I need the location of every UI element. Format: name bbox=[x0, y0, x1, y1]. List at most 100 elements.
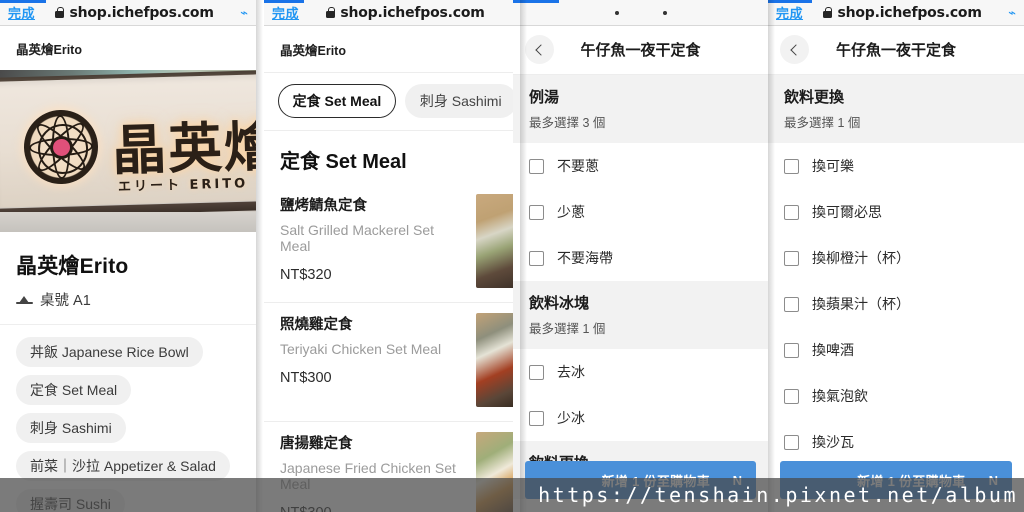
option-label: 換沙瓦 bbox=[812, 434, 854, 450]
table-number-row: 桌號 A1 bbox=[0, 280, 256, 325]
category-tab-bar[interactable]: 定食 Set Meal 刺身 Sashimi 前菜 bbox=[264, 73, 520, 131]
option-row[interactable]: 去冰 bbox=[513, 349, 768, 395]
option-row[interactable]: 不要海帶 bbox=[513, 235, 768, 281]
option-label: 換柳橙汁（杯） bbox=[812, 250, 910, 266]
checkbox-icon[interactable] bbox=[529, 158, 544, 174]
checkbox-icon[interactable] bbox=[784, 250, 799, 266]
option-group-header: 飲料冰塊 最多選擇 1 個 bbox=[513, 281, 768, 349]
option-row[interactable]: 換蘋果汁（杯） bbox=[768, 281, 1024, 327]
option-row[interactable]: 少蔥 bbox=[513, 189, 768, 235]
browser-address-display[interactable]: shop.ichefpos.com bbox=[299, 5, 512, 21]
option-group-header: 例湯 最多選擇 3 個 bbox=[513, 75, 768, 143]
table-icon bbox=[16, 294, 33, 306]
section-title: 定食 Set Meal bbox=[280, 151, 407, 173]
option-row[interactable]: 換沙瓦 bbox=[768, 419, 1024, 465]
store-title: 晶英燴Erito bbox=[16, 255, 129, 278]
checkbox-icon[interactable] bbox=[529, 364, 544, 380]
category-chip[interactable]: 定食 Set Meal bbox=[16, 375, 132, 406]
table-number-label: 桌號 A1 bbox=[40, 293, 91, 309]
phone-panel-options-soup: 午仔魚一夜干定食 例湯 最多選擇 3 個 不要蔥 少蔥 不要海帶 飲料冰塊 最多… bbox=[513, 0, 768, 512]
category-chip[interactable]: 刺身 Sashimi bbox=[16, 413, 126, 444]
tab-set-meal[interactable]: 定食 Set Meal bbox=[278, 84, 396, 118]
option-sheet-header: 午仔魚一夜干定食 bbox=[513, 26, 768, 75]
browser-done-button[interactable]: 完成 bbox=[272, 3, 299, 22]
option-group-name: 飲料更換 bbox=[784, 89, 845, 106]
tab-sashimi[interactable]: 刺身 Sashimi bbox=[404, 84, 517, 118]
phone-panel-store-home: 完成 shop.ichefpos.com ⌁ 晶英燴Erito 晶英燴 エリート… bbox=[0, 0, 256, 512]
lock-icon bbox=[55, 7, 65, 18]
browser-overflow-dots[interactable] bbox=[614, 10, 667, 15]
screenshot-stage: 完成 shop.ichefpos.com ⌁ 晶英燴Erito 晶英燴 エリート… bbox=[0, 0, 1024, 512]
option-group-rule: 最多選擇 3 個 bbox=[529, 116, 606, 130]
checkbox-icon[interactable] bbox=[529, 250, 544, 266]
option-row[interactable]: 換可爾必思 bbox=[768, 189, 1024, 235]
option-label: 換可樂 bbox=[812, 158, 854, 174]
menu-item-row[interactable]: 鹽烤鯖魚定食 Salt Grilled Mackerel Set Meal NT… bbox=[264, 184, 520, 303]
checkbox-icon[interactable] bbox=[529, 204, 544, 220]
browser-chrome-bar-1: 完成 shop.ichefpos.com ⌁ bbox=[0, 0, 256, 26]
option-row[interactable]: 換可樂 bbox=[768, 143, 1024, 189]
option-group-name: 飲料冰塊 bbox=[529, 295, 590, 312]
checkbox-icon[interactable] bbox=[784, 342, 799, 358]
option-row[interactable]: 換啤酒 bbox=[768, 327, 1024, 373]
panel-edge-shadow bbox=[256, 0, 263, 512]
browser-done-button[interactable]: 完成 bbox=[776, 3, 803, 22]
menu-item-name: 鹽烤鯖魚定食 bbox=[280, 198, 367, 214]
option-label: 換蘋果汁（杯） bbox=[812, 296, 910, 312]
browser-url-text: shop.ichefpos.com bbox=[837, 4, 982, 21]
menu-item-row[interactable]: 照燒雞定食 Teriyaki Chicken Set Meal NT$300 bbox=[264, 303, 520, 422]
page-load-progress bbox=[513, 0, 559, 3]
browser-done-button[interactable]: 完成 bbox=[8, 3, 35, 22]
option-label: 不要海帶 bbox=[557, 250, 613, 266]
page-load-progress bbox=[768, 0, 812, 3]
browser-chrome-bar-2: 完成 shop.ichefpos.com bbox=[264, 0, 520, 26]
checkbox-icon[interactable] bbox=[784, 204, 799, 220]
menu-item-name-en: Salt Grilled Mackerel Set Meal bbox=[280, 222, 435, 254]
option-group-rule: 最多選擇 1 個 bbox=[784, 116, 861, 130]
option-group-rule: 最多選擇 1 個 bbox=[529, 322, 606, 336]
back-chevron-icon bbox=[535, 43, 547, 56]
checkbox-icon[interactable] bbox=[529, 410, 544, 426]
menu-item-price: NT$300 bbox=[280, 370, 332, 386]
back-chevron-icon bbox=[790, 43, 802, 56]
option-sheet-header: 午仔魚一夜干定食 bbox=[768, 26, 1024, 75]
back-button[interactable] bbox=[525, 35, 554, 64]
option-group-header: 飲料更換 最多選擇 1 個 bbox=[768, 75, 1024, 143]
browser-url-text: shop.ichefpos.com bbox=[340, 4, 485, 21]
option-label: 不要蔥 bbox=[557, 158, 599, 174]
category-chip[interactable]: 丼飯 Japanese Rice Bowl bbox=[16, 337, 203, 368]
category-chip[interactable]: 前菜｜沙拉 Appetizer & Salad bbox=[16, 451, 230, 482]
browser-address-display[interactable]: shop.ichefpos.com bbox=[803, 5, 1002, 21]
hero-ground bbox=[0, 212, 256, 232]
menu-item-price: NT$320 bbox=[280, 267, 332, 283]
page-load-progress bbox=[264, 0, 304, 3]
lock-icon bbox=[326, 7, 336, 18]
option-row[interactable]: 少冰 bbox=[513, 395, 768, 441]
browser-address-display[interactable]: shop.ichefpos.com bbox=[35, 5, 234, 21]
menu-item-name: 照燒雞定食 bbox=[280, 317, 353, 333]
checkbox-icon[interactable] bbox=[784, 434, 799, 450]
option-label: 少蔥 bbox=[557, 204, 585, 220]
page-load-progress bbox=[0, 0, 46, 3]
share-icon[interactable]: ⌁ bbox=[240, 5, 248, 21]
checkbox-icon[interactable] bbox=[784, 388, 799, 404]
phone-panel-category-menu: 完成 shop.ichefpos.com 晶英燴Erito 定食 Set Mea… bbox=[264, 0, 520, 512]
hero-logo-subtitle: エリート ERITO bbox=[117, 176, 249, 195]
option-row[interactable]: 換氣泡飲 bbox=[768, 373, 1024, 419]
option-label: 去冰 bbox=[557, 364, 585, 380]
browser-chrome-bar-3 bbox=[513, 0, 768, 26]
back-button[interactable] bbox=[780, 35, 809, 64]
option-row[interactable]: 換柳橙汁（杯） bbox=[768, 235, 1024, 281]
option-row[interactable]: 不要蔥 bbox=[513, 143, 768, 189]
option-label: 換可爾必思 bbox=[812, 204, 882, 220]
share-icon[interactable]: ⌁ bbox=[1008, 5, 1016, 21]
shop-name-small: 晶英燴Erito bbox=[0, 26, 256, 70]
menu-item-name-en: Teriyaki Chicken Set Meal bbox=[280, 341, 442, 357]
phone-panel-options-drink: 完成 shop.ichefpos.com ⌁ 午仔魚一夜干定食 飲料更換 最多選… bbox=[768, 0, 1024, 512]
checkbox-icon[interactable] bbox=[784, 296, 799, 312]
option-label: 少冰 bbox=[557, 410, 585, 426]
checkbox-icon[interactable] bbox=[784, 158, 799, 174]
browser-chrome-bar-4: 完成 shop.ichefpos.com ⌁ bbox=[768, 0, 1024, 26]
menu-item-name: 唐揚雞定食 bbox=[280, 436, 353, 452]
option-group-name: 例湯 bbox=[529, 89, 560, 106]
